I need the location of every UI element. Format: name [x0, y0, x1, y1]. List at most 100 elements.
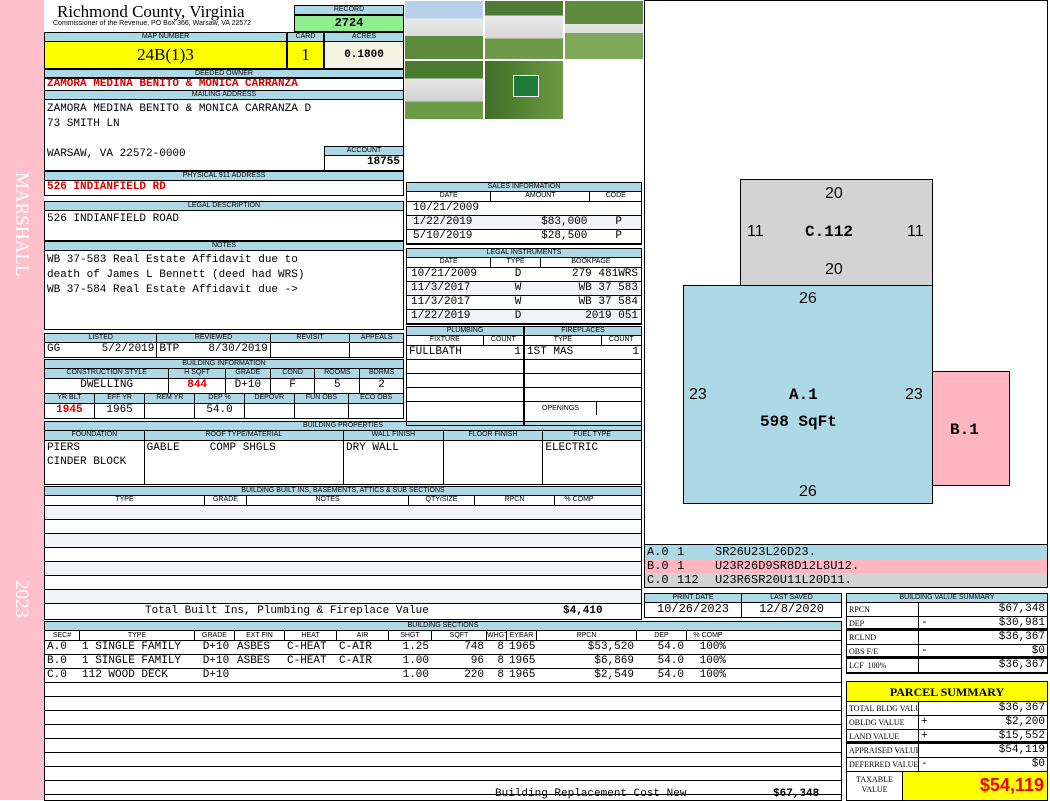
physical-address: 526 INDIANFIELD RD — [44, 180, 404, 196]
building-information: BUILDING INFORMATION CONSTRUCTION STYLE H… — [44, 359, 404, 419]
cell: 1.00 — [402, 655, 429, 667]
dep-override — [245, 404, 295, 418]
cell — [235, 669, 285, 682]
cell: D+10 — [202, 669, 230, 681]
cell: W — [514, 296, 522, 308]
note-line: WB 37-583 Real Estate Affidavit due to — [47, 254, 298, 266]
property-photo[interactable] — [484, 0, 564, 60]
col-header: WHGT — [487, 631, 507, 640]
cell: ASBES — [237, 655, 271, 667]
col-header: ROOF TYPE/MATERIAL — [145, 431, 344, 440]
bedrooms: 2 — [378, 379, 385, 391]
col-header: TYPE — [45, 496, 205, 505]
col-header: TYPE — [80, 631, 195, 640]
table-row — [45, 767, 841, 781]
col-header: % COMP — [564, 496, 594, 503]
summary-row: LCF 100% $36,367 — [847, 659, 1047, 673]
col-header: COND — [271, 369, 316, 378]
summary-row: APPRAISED VALUE $54,119 — [847, 744, 1047, 758]
col-header: BOOKPAGE — [571, 258, 611, 265]
cell: W — [514, 282, 522, 294]
summary-value: $30,981 — [998, 617, 1045, 628]
listed-date: 5/2/2019 — [101, 343, 155, 355]
legend-cell: 1 — [677, 559, 685, 573]
built-ins-rows: Total Built Ins, Plumbing & Fireplace Va… — [44, 506, 642, 620]
fireplace-count: 1 — [632, 346, 639, 358]
cell: D+10 — [202, 641, 230, 653]
table-row: C.0 112 WOOD DECK D+10 1.00 220 8 1965 $2,549 54… — [45, 669, 841, 683]
account-number: 18755 — [324, 155, 404, 171]
col-header: FUEL TYPE — [573, 431, 612, 438]
building-sketch[interactable]: 20 20 11 11 C.112 26 26 23 23 A.1 598 Sq… — [644, 0, 1048, 546]
fixture-count: 1 — [514, 346, 521, 358]
table-row — [45, 548, 641, 562]
summary-sign: - — [921, 758, 928, 770]
roof-material: COMP SHGLS — [209, 442, 276, 454]
table-row: 1/22/2019 D 2019 051 — [407, 310, 641, 324]
property-photo[interactable] — [564, 0, 644, 60]
for-sale-sign-photo[interactable] — [484, 60, 564, 120]
summary-row: LAND VALUE + $15,552 — [847, 730, 1047, 744]
legend-cell: U23R26D9SR8D12L8U12. — [715, 559, 860, 573]
instruments-label: LEGAL INSTRUMENTS — [406, 248, 642, 258]
cell: 112 WOOD DECK — [82, 669, 168, 681]
col-header: GRADE — [226, 369, 271, 378]
legend-cell: 1 — [677, 545, 685, 559]
cell: 8 — [497, 641, 504, 653]
dates: PRINT DATE LAST SAVED 10/26/2023 12/8/2020 — [644, 593, 842, 618]
legend-cell: U23R6SR20U11L20D11. — [715, 573, 852, 587]
building-sections: BUILDING SECTIONS SEC# TYPE GRADE EXT FIN HE… — [44, 621, 842, 801]
summary-label: APPRAISED VALUE — [849, 744, 919, 757]
building-sections-label: BUILDING SECTIONS — [44, 621, 842, 631]
built-ins-total: $4,410 — [563, 605, 603, 617]
sidebar-year: 2023 — [11, 580, 32, 618]
cell: $28,500 — [541, 230, 588, 242]
legal-description: 526 INDIANFIELD ROAD — [44, 210, 404, 241]
summary-value-cell: - $30,981 — [919, 617, 1047, 628]
cell: 100% — [699, 641, 726, 653]
condition: F — [271, 379, 316, 393]
fuel-type: ELECTRIC — [545, 442, 599, 454]
reviewed-by: BTP — [159, 343, 180, 355]
cell: 54.0 — [657, 641, 684, 653]
floor-finish — [444, 441, 544, 484]
sketch-legend: A.0 1 SR26U23L26D23. B.0 1 U23R26D9SR8D12L8U1… — [644, 544, 1048, 588]
cell: C-AIR — [339, 641, 373, 653]
cell: 279 481WRS — [571, 268, 638, 280]
col-header: DEP — [637, 631, 687, 640]
dimension-label: 23 — [689, 386, 707, 403]
cell — [337, 669, 389, 682]
print-date-label: PRINT DATE — [645, 594, 743, 602]
fireplaces: FIREPLACES TYPE COUNT 1ST MAS 1 OPENINGS — [524, 326, 642, 426]
col-header: YR BLT — [45, 394, 95, 403]
sidebar: MARSHALL 2023 — [0, 0, 44, 800]
col-header: CODE — [605, 192, 626, 199]
col-header: DEPOVR — [245, 394, 295, 403]
cell: 220 — [464, 669, 484, 681]
cell: 1/22/2019 — [413, 216, 473, 228]
functional-obsolescence — [295, 404, 350, 418]
summary-value: $15,552 — [998, 730, 1045, 741]
property-photo[interactable] — [404, 60, 484, 120]
table-row: 11/3/2017 W WB 37 584 — [407, 296, 641, 310]
appeals-header: APPEALS — [360, 334, 393, 341]
cell: 5/10/2019 — [413, 230, 473, 242]
col-header: SEC# — [45, 631, 80, 640]
sidebar-name: MARSHALL — [11, 172, 32, 277]
section-label: A.1 — [789, 386, 818, 404]
reviewed-date: 8/30/2019 — [208, 343, 268, 355]
built-ins-total-row: Total Built Ins, Plumbing & Fireplace Va… — [45, 604, 641, 619]
property-photo[interactable] — [404, 0, 484, 60]
table-row: B.0 1 SINGLE FAMILY D+10 ASBES C-HEAT C-AIR 1.… — [45, 655, 841, 669]
summary-label: DEFERRED VALUE — [849, 758, 919, 771]
table-row — [45, 534, 641, 548]
summary-label: DEP — [847, 617, 919, 628]
table-row — [45, 506, 641, 520]
summary-row: OBS F/E - $0 — [847, 645, 1047, 659]
print-date: 10/26/2023 — [645, 603, 743, 617]
summary-value-cell: + $2,200 — [919, 716, 1047, 729]
cell: 1.00 — [402, 669, 429, 681]
section-area: 598 SqFt — [760, 413, 837, 431]
summary-row: DEFERRED VALUE - $0 — [847, 758, 1047, 772]
cell: 1/22/2019 — [411, 310, 471, 322]
